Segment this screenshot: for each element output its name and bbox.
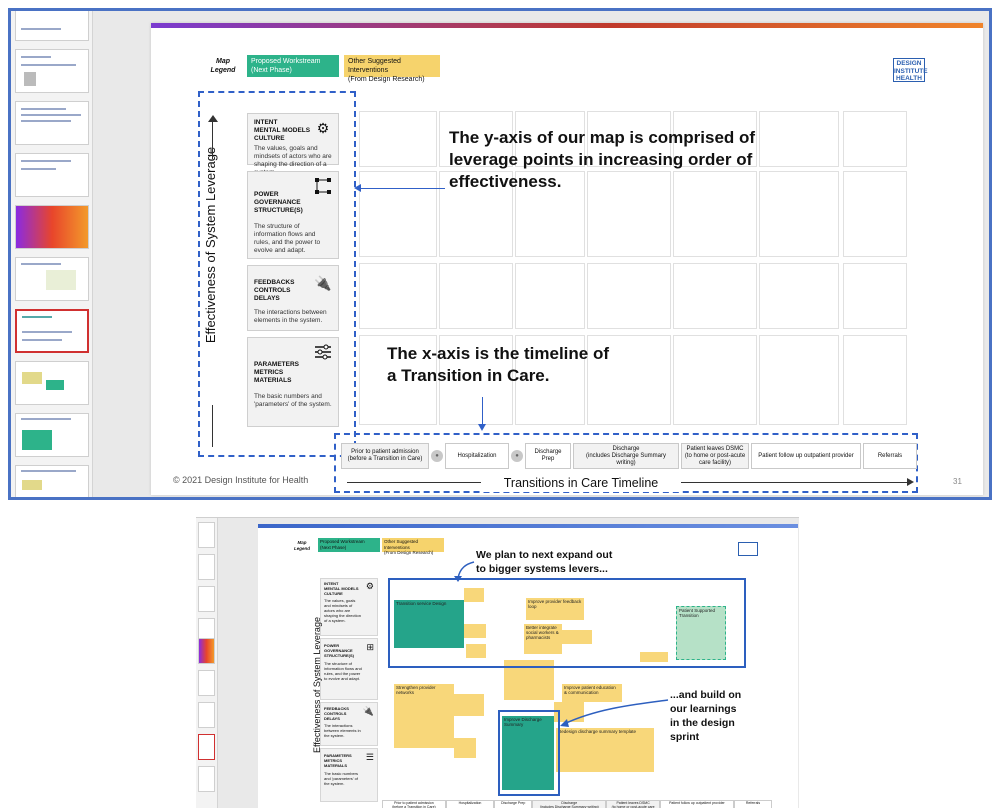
y-axis-label: Effectiveness of System Leverage bbox=[312, 617, 322, 753]
slide-thumbnail[interactable] bbox=[15, 153, 89, 197]
sliders-icon: ☰ bbox=[365, 752, 374, 762]
slide-thumbnail-current[interactable] bbox=[15, 309, 89, 353]
grid-cell bbox=[843, 335, 907, 425]
slide-thumbnail[interactable] bbox=[198, 638, 215, 664]
timeline-stage: Hospitalization bbox=[445, 800, 495, 808]
stage-circle-icon: ● bbox=[511, 450, 523, 462]
slide-thumbnail[interactable] bbox=[15, 11, 89, 41]
annotation-arrowhead bbox=[478, 424, 486, 431]
legend-other-interventions: Other Suggested Interventions (From Desi… bbox=[382, 538, 444, 555]
row-intent: INTENT MENTAL MODELS CULTURE The values,… bbox=[320, 578, 378, 636]
design-institute-logo: DESIGN INSTITUTE HEALTH bbox=[893, 58, 928, 82]
timeline-stage: Referrals bbox=[733, 800, 773, 808]
annotation-connector bbox=[359, 188, 445, 189]
grid-cell bbox=[515, 263, 585, 329]
grid-cell bbox=[759, 263, 839, 329]
grid-cell bbox=[843, 171, 907, 257]
x-axis-annotation: The x-axis is the timeline of a Transiti… bbox=[387, 344, 610, 385]
slide-canvas: Map Legend Proposed Workstream (Next Pha… bbox=[151, 23, 983, 495]
timeline-bar: Prior to patient admission (before a Tra… bbox=[382, 800, 773, 808]
x-axis-label: Transitions in Care Timeline bbox=[481, 474, 681, 492]
gradient-bar bbox=[151, 23, 983, 28]
annotation-arrow bbox=[560, 699, 669, 727]
row-power: POWER GOVERNANCE STRUCTURE(S) The struct… bbox=[320, 638, 378, 700]
sticky-note bbox=[454, 738, 476, 758]
timeline-stage: Referrals bbox=[863, 443, 917, 469]
design-sprint-highlight bbox=[498, 710, 560, 796]
timeline-stage: Patient follow up outpatient provider bbox=[659, 800, 734, 808]
timeline-stage: Patient leaves DSMC (to home or post-acu… bbox=[606, 800, 660, 808]
timeline-stage: Discharge Prep bbox=[525, 443, 571, 469]
grid-cell bbox=[843, 111, 907, 167]
y-axis-highlight-box bbox=[198, 91, 356, 457]
slide-thumbnail[interactable] bbox=[15, 257, 89, 301]
grid-cell bbox=[359, 171, 437, 257]
timeline-stage: Hospitalization bbox=[445, 443, 509, 469]
legend-other-interventions: Other Suggested Interventions (From Desi… bbox=[344, 55, 440, 83]
legend-proposed-workstream: Proposed Workstream (Next Phase) bbox=[247, 55, 339, 77]
legend-proposed-workstream: Proposed Workstream (Next Phase) bbox=[318, 538, 380, 552]
slide-thumbnail[interactable] bbox=[15, 49, 89, 93]
build-annotation: ...and build on our learnings in the des… bbox=[670, 689, 742, 743]
stage-circle-icon: ● bbox=[431, 450, 443, 462]
slide-thumbnail[interactable] bbox=[15, 101, 89, 145]
slide-thumbnail-panel[interactable] bbox=[11, 11, 93, 497]
timeline-stage: Patient leaves DSMC (to home or post-acu… bbox=[681, 443, 749, 469]
network-icon: ⊞ bbox=[366, 642, 374, 652]
row-description: The values, goals and mindsets of actors… bbox=[324, 598, 361, 623]
row-feedbacks: FEEDBACKS CONTROLS DELAYS The interactio… bbox=[320, 702, 378, 746]
expand-levers-highlight bbox=[388, 578, 746, 668]
bottom-screenshot: Map Legend Proposed Workstream (Next Pha… bbox=[196, 517, 799, 808]
annotation-arrowhead bbox=[354, 184, 361, 192]
row-description: The interactions between elements in the… bbox=[324, 723, 361, 738]
grid-cell bbox=[673, 263, 757, 329]
slide-canvas: Map Legend Proposed Workstream (Next Pha… bbox=[258, 524, 798, 808]
annotation-connector bbox=[482, 397, 483, 427]
timeline-stage: Discharge (includes Discharge Summary wr… bbox=[532, 800, 607, 808]
slide-thumbnail-panel[interactable] bbox=[196, 518, 218, 808]
grid-cell bbox=[359, 263, 437, 329]
grid-cell bbox=[843, 263, 907, 329]
sticky-note bbox=[454, 694, 484, 716]
map-legend-label: Map Legend bbox=[210, 58, 236, 74]
slide-thumbnail[interactable] bbox=[198, 670, 215, 696]
copyright-text: © 2021 Design Institute for Health bbox=[173, 475, 309, 485]
head-gear-icon: ⚙ bbox=[365, 581, 374, 591]
grid-cell bbox=[359, 111, 437, 167]
timeline-stage: Discharge Prep bbox=[494, 800, 533, 808]
slide-thumbnail[interactable] bbox=[198, 522, 215, 548]
slide-thumbnail[interactable] bbox=[198, 766, 215, 792]
grid-cell bbox=[673, 335, 757, 425]
slide-thumbnail[interactable] bbox=[15, 361, 89, 405]
sticky-redesign-summary: Redesign discharge summary template bbox=[556, 728, 654, 772]
slide-thumbnail[interactable] bbox=[198, 586, 215, 612]
slide-thumbnail[interactable] bbox=[15, 465, 89, 497]
sticky-strengthen-networks: Strengthen provider networks bbox=[394, 684, 454, 748]
page-number: 31 bbox=[953, 477, 962, 486]
plug-icon: 🔌 bbox=[362, 706, 374, 716]
timeline-stage: Patient follow up outpatient provider bbox=[751, 443, 861, 469]
slide-thumbnail[interactable] bbox=[15, 205, 89, 249]
grid-cell bbox=[587, 263, 671, 329]
slide-thumbnail[interactable] bbox=[15, 413, 89, 457]
row-parameters: PARAMETERS METRICS MATERIALS The basic n… bbox=[320, 748, 378, 802]
map-legend-label: Map Legend bbox=[293, 540, 310, 551]
slide-thumbnail[interactable] bbox=[198, 702, 215, 728]
row-description: The structure of information flows and r… bbox=[324, 661, 362, 681]
y-axis-annotation: The y-axis of our map is comprised of le… bbox=[449, 128, 756, 191]
row-description: The basic numbers and 'parameters' of th… bbox=[324, 771, 359, 786]
timeline-stage: Prior to patient admission (before a Tra… bbox=[382, 800, 446, 808]
top-screenshot: Map Legend Proposed Workstream (Next Pha… bbox=[8, 8, 992, 500]
grid-cell bbox=[439, 263, 513, 329]
x-axis-arrowhead bbox=[907, 478, 914, 486]
timeline-stage: Discharge (includes Discharge Summary wr… bbox=[573, 443, 679, 469]
header-bar bbox=[258, 524, 798, 528]
expand-annotation: We plan to next expand out to bigger sys… bbox=[476, 548, 696, 576]
slide-thumbnail[interactable] bbox=[198, 554, 215, 580]
annotation-arrow bbox=[454, 561, 475, 582]
timeline-stage: Prior to patient admission (before a Tra… bbox=[341, 443, 429, 469]
grid-cell bbox=[759, 335, 839, 425]
slide-thumbnail-current[interactable] bbox=[198, 734, 215, 760]
design-institute-logo bbox=[738, 542, 758, 556]
